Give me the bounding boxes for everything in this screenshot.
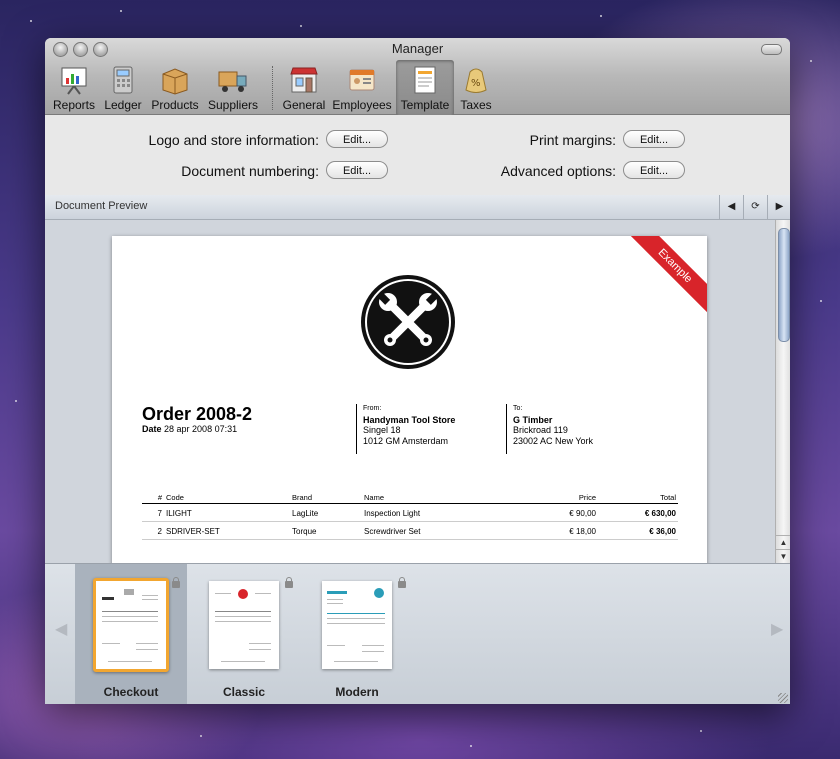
refresh-button[interactable]: ⟳ — [743, 195, 767, 219]
margins-edit-button[interactable]: Edit... — [623, 130, 685, 148]
checkout-thumbnail — [93, 578, 169, 672]
toolbar-general[interactable]: General — [280, 64, 328, 112]
lock-icon — [285, 577, 293, 588]
manager-window: Manager Reports Ledger Products Supplier… — [45, 38, 790, 704]
employees-icon — [346, 64, 378, 96]
template-label: Classic — [222, 685, 266, 699]
wrench-logo-icon — [360, 274, 456, 370]
table-row: 7 ILIGHT LagLite Inspection Light € 90,0… — [142, 503, 678, 522]
template-modern[interactable]: Modern — [301, 564, 413, 704]
scrollbar-thumb[interactable] — [778, 228, 790, 342]
toolbar-suppliers[interactable]: Suppliers — [207, 64, 259, 112]
toolbar-ledger[interactable]: Ledger — [101, 64, 145, 112]
classic-thumbnail — [209, 581, 279, 669]
toolbar-separator — [272, 66, 273, 110]
template-icon — [409, 64, 441, 96]
example-ribbon: Example — [625, 236, 707, 316]
print-margins-label: Print margins: — [529, 132, 616, 148]
numbering-edit-button[interactable]: Edit... — [326, 161, 388, 179]
toolbar-taxes[interactable]: % Taxes — [458, 64, 494, 112]
toolbar-toggle-button[interactable] — [761, 44, 782, 55]
suppliers-icon — [217, 64, 249, 96]
to-address: To: G Timber Brickroad 119 23002 AC New … — [506, 404, 593, 454]
order-title: Order 2008-2 — [142, 404, 253, 424]
template-chooser: ◀ ▶ Checkout Classic Modern — [45, 563, 790, 704]
lock-icon — [172, 577, 180, 588]
logo-store-label: Logo and store information: — [148, 132, 319, 148]
advanced-options-label: Advanced options: — [500, 163, 616, 179]
window-title: Manager — [391, 41, 444, 56]
logo-edit-button[interactable]: Edit... — [326, 130, 388, 148]
preview-header: Document Preview ◀ ⟳ ▶ — [45, 195, 790, 220]
scroll-down-arrow-icon[interactable]: ▼ — [776, 549, 790, 564]
template-label: Checkout — [103, 685, 159, 699]
toolbar-reports[interactable]: Reports — [52, 64, 96, 112]
order-items-table: # Code Brand Name Price Total 7 ILIGHT L… — [142, 492, 678, 540]
preview-scrollbar[interactable]: ▲ ▼ — [775, 220, 790, 563]
template-label: Modern — [335, 685, 379, 699]
toolbar-products[interactable]: Products — [149, 64, 201, 112]
lock-icon — [398, 577, 406, 588]
template-checkout[interactable]: Checkout — [75, 564, 187, 704]
document-numbering-label: Document numbering: — [181, 163, 319, 179]
strip-right-arrow-icon[interactable]: ▶ — [771, 619, 783, 639]
strip-left-arrow-icon[interactable]: ◀ — [55, 619, 67, 639]
advanced-edit-button[interactable]: Edit... — [623, 161, 685, 179]
order-date: Date 28 apr 2008 07:31 — [142, 424, 238, 434]
previous-page-button[interactable]: ◀ — [719, 195, 743, 219]
general-icon — [288, 64, 320, 96]
document-preview: Example Order 2008-2 Date 28 apr 2008 07… — [45, 220, 775, 563]
toolbar-employees[interactable]: Employees — [332, 64, 392, 112]
next-page-button[interactable]: ▶ — [767, 195, 790, 219]
reports-icon — [58, 64, 90, 96]
template-classic[interactable]: Classic — [188, 564, 300, 704]
taxes-icon: % — [460, 64, 492, 96]
ledger-icon — [107, 64, 139, 96]
scroll-up-arrow-icon[interactable]: ▲ — [776, 535, 790, 550]
table-row: 2 SDRIVER-SET Torque Screwdriver Set € 1… — [142, 521, 678, 540]
document-page: Example Order 2008-2 Date 28 apr 2008 07… — [112, 236, 707, 563]
template-settings: Logo and store information: Edit... Docu… — [45, 115, 790, 196]
from-address: From: Handyman Tool Store Singel 18 1012… — [356, 404, 455, 454]
modern-thumbnail — [322, 581, 392, 669]
products-icon — [159, 64, 191, 96]
toolbar-template[interactable]: Template — [396, 60, 454, 116]
resize-grip-icon[interactable] — [778, 693, 788, 703]
preview-title: Document Preview — [55, 200, 148, 212]
svg-text:%: % — [471, 78, 481, 89]
title-bar: Manager Reports Ledger Products Supplier… — [45, 38, 790, 116]
